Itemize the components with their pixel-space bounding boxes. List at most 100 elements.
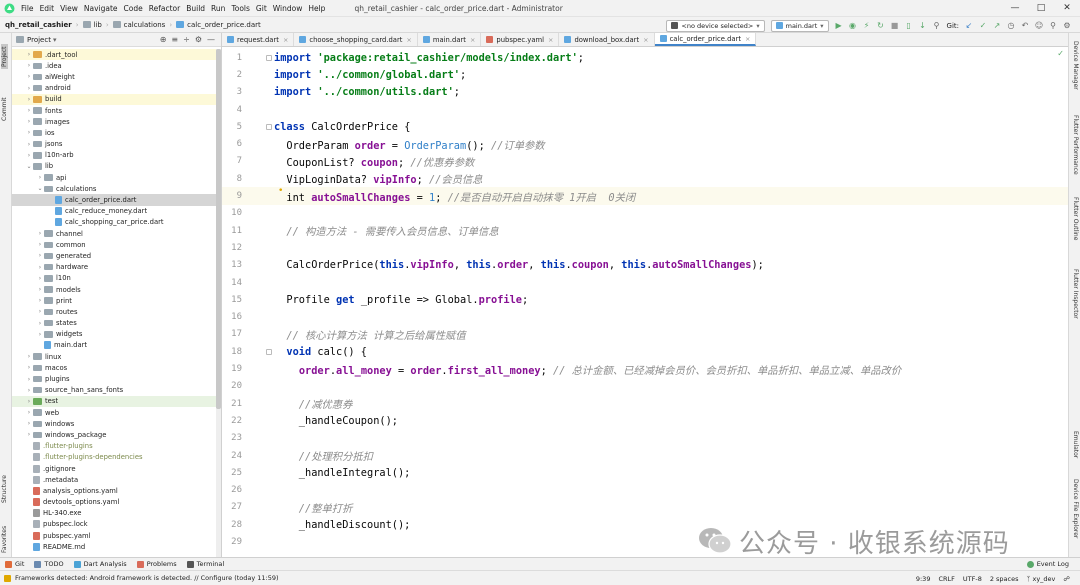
tree-item[interactable]: › states (12, 318, 221, 329)
minimize-icon[interactable]: — (1002, 0, 1028, 16)
tree-item[interactable]: › source_han_sans_fonts (12, 385, 221, 396)
chevron-right-icon[interactable]: › (25, 118, 33, 125)
collapse-all-icon[interactable]: ≡ (171, 35, 178, 44)
chevron-right-icon[interactable]: › (25, 376, 33, 383)
tree-item[interactable]: › jsons (12, 139, 221, 150)
code-line[interactable]: 16 (222, 309, 1068, 326)
file-encoding[interactable]: UTF-8 (959, 575, 986, 583)
hot-reload-icon[interactable]: ⚡ (861, 20, 873, 32)
chevron-right-icon[interactable]: › (25, 409, 33, 416)
code-line[interactable]: 6 OrderParam order = OrderParam(); //订单参… (222, 136, 1068, 153)
rollback-icon[interactable]: ↶ (1019, 20, 1031, 32)
code-line[interactable]: 24 //处理积分抵扣 (222, 447, 1068, 464)
tree-item[interactable]: › print (12, 295, 221, 306)
breadcrumb-lib[interactable]: lib (79, 21, 106, 29)
git-push-icon[interactable]: ↗ (991, 20, 1003, 32)
device-manager-tool-tab[interactable]: Device Manager (1072, 41, 1079, 90)
hide-icon[interactable]: — (207, 35, 215, 44)
code-line[interactable]: 27 //整单打折 (222, 499, 1068, 516)
close-icon[interactable]: × (470, 36, 475, 44)
project-scrollbar[interactable] (216, 49, 221, 557)
tree-item[interactable]: › widgets (12, 329, 221, 340)
project-panel-title[interactable]: Project (27, 36, 51, 44)
expand-all-icon[interactable]: ÷ (183, 35, 190, 44)
tree-item[interactable]: › build (12, 93, 221, 105)
code-line[interactable]: 1 import 'package:retail_cashier/models/i… (222, 49, 1068, 66)
menu-tools[interactable]: Tools (228, 4, 252, 13)
code-line[interactable]: 7 CouponList? coupon; //优惠券参数 (222, 153, 1068, 170)
scrollbar-thumb[interactable] (216, 49, 221, 409)
chevron-right-icon[interactable]: › (36, 230, 44, 237)
chevron-right-icon[interactable]: › (25, 96, 33, 103)
menu-edit[interactable]: Edit (37, 4, 58, 13)
tree-item[interactable]: › hardware (12, 262, 221, 273)
chevron-right-icon[interactable]: › (25, 129, 33, 136)
fold-toggle-icon[interactable] (266, 54, 272, 61)
close-icon[interactable]: × (643, 36, 648, 44)
close-icon[interactable]: × (548, 36, 553, 44)
tree-item[interactable]: ⌄ lib (12, 161, 221, 172)
tree-item[interactable]: pubspec.yaml (12, 530, 221, 541)
tree-item[interactable]: main.dart (12, 340, 221, 351)
git-branch[interactable]: ᛉ xy_dev (1023, 575, 1060, 583)
user-icon[interactable]: ☺ (1033, 20, 1045, 32)
code-line[interactable]: 13 CalcOrderPrice(this.vipInfo, this.ord… (222, 257, 1068, 274)
editor-tab[interactable]: calc_order_price.dart × (654, 33, 757, 46)
close-icon[interactable]: × (745, 35, 750, 43)
breadcrumb-project[interactable]: qh_retail_cashier (0, 21, 76, 29)
tree-item[interactable]: pubspec.lock (12, 519, 221, 530)
chevron-right-icon[interactable]: › (36, 308, 44, 315)
tree-item[interactable]: › images (12, 116, 221, 127)
editor-tab[interactable]: download_box.dart × (559, 33, 655, 46)
tree-item[interactable]: › fonts (12, 105, 221, 116)
fold-toggle-icon[interactable] (266, 123, 272, 130)
tool-window-terminal[interactable]: Terminal (182, 560, 229, 568)
tool-window-dart-analysis[interactable]: Dart Analysis (69, 560, 132, 568)
tree-item[interactable]: › .dart_tool (12, 49, 221, 61)
code-line[interactable]: 17 // 核心计算方法 计算之后给属性赋值 (222, 326, 1068, 343)
tree-item[interactable]: › linux (12, 351, 221, 362)
git-commit-icon[interactable]: ✓ (977, 20, 989, 32)
code-line[interactable]: 22 _handleCoupon(); (222, 412, 1068, 429)
device-selector[interactable]: <no device selected> ▾ (666, 19, 765, 32)
breadcrumb-file[interactable]: calc_order_price.dart (172, 21, 265, 29)
event-log-button[interactable]: Event Log (1022, 560, 1074, 568)
chevron-right-icon[interactable]: › (25, 420, 33, 427)
chevron-down-icon[interactable]: ▾ (53, 36, 57, 44)
add-icon[interactable]: ⊕ (160, 35, 167, 44)
chevron-right-icon[interactable]: › (25, 73, 33, 80)
code-line[interactable]: 18 void calc() { (222, 343, 1068, 360)
code-line[interactable]: 11 // 构造方法 - 需要传入会员信息、订单信息 (222, 222, 1068, 239)
menu-navigate[interactable]: Navigate (81, 4, 121, 13)
indent-setting[interactable]: 2 spaces (986, 575, 1023, 583)
status-message[interactable]: Frameworks detected: Android framework i… (11, 574, 279, 582)
tree-item[interactable]: › common (12, 239, 221, 250)
menu-view[interactable]: View (57, 4, 81, 13)
chevron-right-icon[interactable]: › (25, 431, 33, 438)
chevron-right-icon[interactable]: › (36, 275, 44, 282)
tree-item[interactable]: calc_reduce_money.dart (12, 206, 221, 217)
tree-item[interactable]: devtools_options.yaml (12, 497, 221, 508)
flutter-inspector-tool-tab[interactable]: Flutter Inspector (1072, 269, 1079, 319)
tree-item[interactable]: › plugins (12, 373, 221, 384)
flutter-performance-tool-tab[interactable]: Flutter Performance (1072, 115, 1079, 175)
lock-icon[interactable]: ☍ (1059, 575, 1074, 583)
menu-code[interactable]: Code (121, 4, 146, 13)
tree-item[interactable]: › windows (12, 418, 221, 429)
tree-item[interactable]: .flutter-plugins-dependencies (12, 452, 221, 463)
run-icon[interactable]: ▶ (833, 20, 845, 32)
search-everywhere-icon[interactable]: ⚲ (1047, 20, 1059, 32)
tree-item[interactable]: calc_order_price.dart (12, 194, 221, 206)
chevron-right-icon[interactable]: › (36, 286, 44, 293)
menu-run[interactable]: Run (208, 4, 228, 13)
chevron-right-icon[interactable]: › (25, 85, 33, 92)
tree-item[interactable]: › test (12, 395, 221, 407)
chevron-down-icon[interactable]: ⌄ (36, 185, 44, 192)
code-line[interactable]: 4 (222, 101, 1068, 118)
code-line[interactable]: 15 Profile get _profile => Global.profil… (222, 291, 1068, 308)
tree-item[interactable]: analysis_options.yaml (12, 485, 221, 496)
menu-refactor[interactable]: Refactor (146, 4, 183, 13)
debug-icon[interactable]: ◉ (847, 20, 859, 32)
tree-item[interactable]: › channel (12, 228, 221, 239)
fold-toggle-icon[interactable] (266, 348, 272, 355)
